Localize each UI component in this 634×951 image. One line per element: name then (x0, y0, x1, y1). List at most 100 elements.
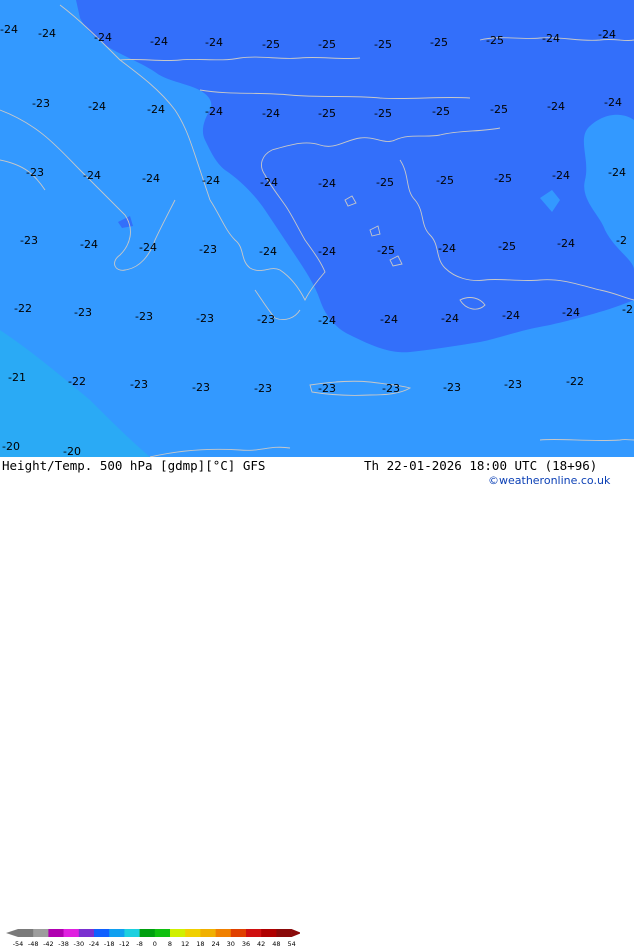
contour-label: -24 (150, 35, 168, 48)
scale-tick-label: 36 (242, 940, 250, 947)
scale-cell (109, 929, 125, 937)
contour-label: -22 (68, 375, 86, 388)
contour-label: -24 (205, 36, 223, 49)
scale-cell (124, 929, 140, 937)
contour-label: -25 (262, 38, 280, 51)
scale-cell (261, 929, 277, 937)
contour-label: -22 (566, 375, 584, 388)
contour-label: -24 (542, 32, 560, 45)
scale-tick-label: 0 (153, 940, 157, 947)
contour-label: -24 (608, 166, 626, 179)
scale-tick-label: -12 (119, 940, 130, 947)
scale-cell (94, 929, 110, 937)
scale-tick-label: -54 (13, 940, 24, 947)
contour-label: -24 (38, 27, 56, 40)
scale-tick-label: -48 (28, 940, 39, 947)
contour-label: -24 (557, 237, 575, 250)
contour-label: -23 (20, 234, 38, 247)
contour-label: -24 (260, 176, 278, 189)
contour-label: -25 (376, 176, 394, 189)
map-canvas: -24 -24 -24 -24 -24 -25 -25 -25 -25 -25 -24 -24 -23 -… (0, 0, 634, 457)
scale-tick-label: 18 (196, 940, 204, 947)
contour-label: -23 (192, 381, 210, 394)
scale-arrow-right (291, 929, 302, 937)
contour-label: -25 (486, 34, 504, 47)
contour-label: -23 (257, 313, 275, 326)
contour-label: -23 (130, 378, 148, 391)
contour-label: -23 (32, 97, 50, 110)
contour-label: -24 (502, 309, 520, 322)
contour-label: -23 (199, 243, 217, 256)
scale-cell (63, 929, 80, 937)
contour-label: -24 (318, 245, 336, 258)
contour-label: -24 (202, 174, 220, 187)
contour-label: -24 (88, 100, 106, 113)
contour-label: -23 (318, 382, 336, 395)
contour-label: -24 (142, 172, 160, 185)
contour-label: -2 (616, 234, 627, 247)
contour-label: -25 (432, 105, 450, 118)
contour-label: -23 (196, 312, 214, 325)
contour-label: -21 (8, 371, 26, 384)
contour-label: -23 (74, 306, 92, 319)
contour-label: -24 (94, 31, 112, 44)
contour-label: -2 (622, 303, 633, 316)
contour-label: -23 (135, 310, 153, 323)
scale-cell (18, 929, 34, 937)
contour-label: -24 (441, 312, 459, 325)
contour-label: -25 (490, 103, 508, 116)
color-scale: -54 -48 -42 -38 -30 -24 -18 -12 -8 0 8 12 18 24 30 36 42… (0, 929, 302, 948)
scale-cell (154, 929, 171, 937)
contour-label: -24 (598, 28, 616, 41)
scale-cell (33, 929, 49, 937)
contour-label: -25 (498, 240, 516, 253)
contour-label: -24 (562, 306, 580, 319)
scale-tick-label: 8 (168, 940, 172, 947)
scale-tick-label: -38 (58, 940, 69, 947)
contour-label: -23 (443, 381, 461, 394)
contour-label: -25 (377, 244, 395, 257)
scale-cell (230, 929, 247, 937)
scale-tick-label: 12 (181, 940, 189, 947)
contour-label: -24 (80, 238, 98, 251)
contour-label: -25 (430, 36, 448, 49)
contour-label: -24 (259, 245, 277, 258)
contour-label: -24 (147, 103, 165, 116)
contour-label: -25 (494, 172, 512, 185)
scale-tick-label: 48 (272, 940, 280, 947)
contour-label: -25 (374, 107, 392, 120)
contour-label: -24 (205, 105, 223, 118)
contour-label: -23 (504, 378, 522, 391)
contour-label: -24 (318, 177, 336, 190)
contour-label: -24 (139, 241, 157, 254)
contour-label: -25 (318, 107, 336, 120)
scale-cell (139, 929, 156, 937)
contour-label: -24 (547, 100, 565, 113)
scale-cell (200, 929, 216, 937)
contour-label: -24 (0, 23, 18, 36)
scale-tick-label: 24 (211, 940, 219, 947)
contour-label: -24 (83, 169, 101, 182)
map-footer: Height/Temp. 500 hPa [gdmp][°C] GFS Th 2… (0, 457, 634, 948)
map-title: Height/Temp. 500 hPa [gdmp][°C] GFS (2, 458, 266, 473)
contour-label: -22 (14, 302, 32, 315)
scale-cell (246, 929, 262, 937)
contour-label: -25 (374, 38, 392, 51)
scale-tick-label: -42 (43, 940, 54, 947)
scale-arrow-left (6, 929, 18, 937)
contour-label: -23 (26, 166, 44, 179)
site-credit[interactable]: ©weatheronline.co.uk (488, 474, 610, 487)
scale-tick-label: -8 (136, 940, 142, 947)
contour-label: -24 (438, 242, 456, 255)
scale-tick-label: 54 (287, 940, 295, 947)
contour-label: -25 (318, 38, 336, 51)
scale-tick-label: 42 (257, 940, 265, 947)
scale-cell (78, 929, 95, 937)
contour-label: -23 (254, 382, 272, 395)
contour-label: -24 (380, 313, 398, 326)
scale-tick-label: -24 (89, 940, 100, 947)
scale-tick-label: -30 (73, 940, 84, 947)
scale-cell (276, 929, 292, 937)
map-datetime: Th 22-01-2026 18:00 UTC (18+96) (364, 458, 598, 473)
weather-map: -24 -24 -24 -24 -24 -25 -25 -25 -25 -25 -24 -24 -23 -… (0, 0, 634, 457)
